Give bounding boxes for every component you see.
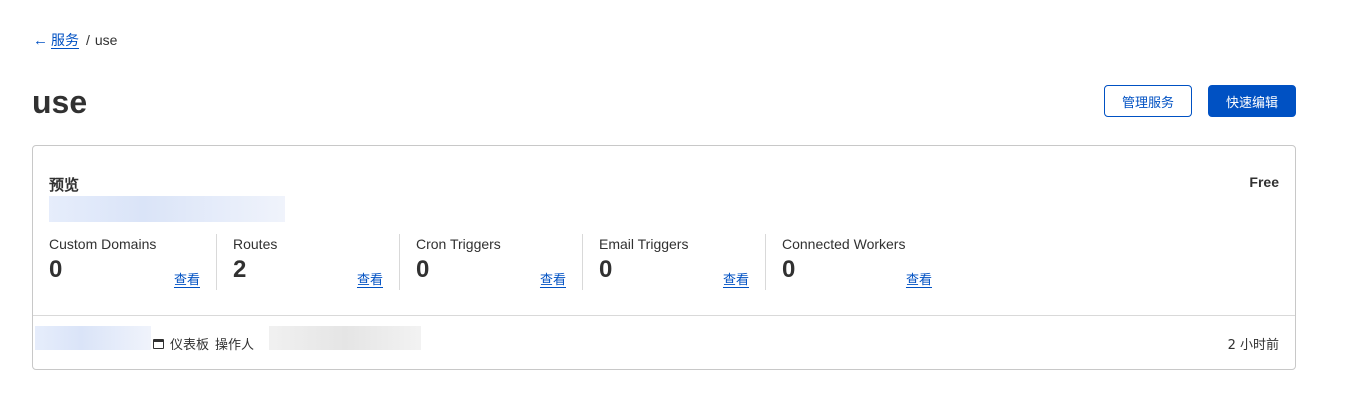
overview-heading: 预览 (49, 177, 80, 194)
stat-email-triggers: Email Triggers 0 查看 (582, 234, 765, 290)
view-custom-domains-link[interactable]: 查看 (174, 269, 200, 288)
quick-edit-button[interactable]: 快速编辑 (1208, 85, 1296, 117)
stat-connected-workers: Connected Workers 0 查看 (765, 234, 948, 290)
stat-cron-triggers: Cron Triggers 0 查看 (399, 234, 582, 290)
calendar-icon (153, 338, 164, 349)
deployment-source: 仪表板 (170, 338, 210, 353)
stat-label: Connected Workers (782, 236, 906, 252)
redacted-url (49, 196, 285, 222)
view-cron-triggers-link[interactable]: 查看 (540, 269, 566, 288)
deployment-time: 2 小时前 (1227, 338, 1279, 353)
redacted-actor (269, 326, 421, 350)
deployment-footer: 仪表板 操作人 2 小时前 (33, 316, 1295, 370)
stat-label: Cron Triggers (416, 236, 501, 252)
plan-badge: Free (1249, 174, 1279, 190)
stat-custom-domains: Custom Domains 0 查看 (33, 234, 216, 290)
stats-row: Custom Domains 0 查看 Routes 2 查看 Cron Tri… (33, 234, 948, 290)
view-routes-link[interactable]: 查看 (357, 269, 383, 288)
stat-label: Custom Domains (49, 236, 157, 252)
page-title: use (32, 84, 88, 120)
breadcrumb-separator: / (86, 32, 90, 48)
stat-routes: Routes 2 查看 (216, 234, 399, 290)
stat-label: Routes (233, 236, 278, 252)
view-connected-workers-link[interactable]: 查看 (906, 269, 932, 288)
breadcrumb-services-label: 服务 (51, 32, 79, 48)
stat-label: Email Triggers (599, 236, 689, 252)
manage-service-button[interactable]: 管理服务 (1104, 85, 1192, 117)
arrow-left-icon: ← (33, 31, 48, 49)
deployment-actor-label: 操作人 (215, 338, 255, 353)
deployment-meta: 仪表板 操作人 (153, 334, 254, 353)
overview-card: 预览 Free Custom Domains 0 查看 Routes 2 查看 … (32, 145, 1296, 370)
view-email-triggers-link[interactable]: 查看 (723, 269, 749, 288)
breadcrumb: ← 服务 / use (33, 30, 117, 50)
breadcrumb-current: use (94, 32, 118, 48)
redacted-deployment-id (35, 326, 151, 350)
breadcrumb-back-link[interactable]: ← 服务 (33, 30, 79, 50)
